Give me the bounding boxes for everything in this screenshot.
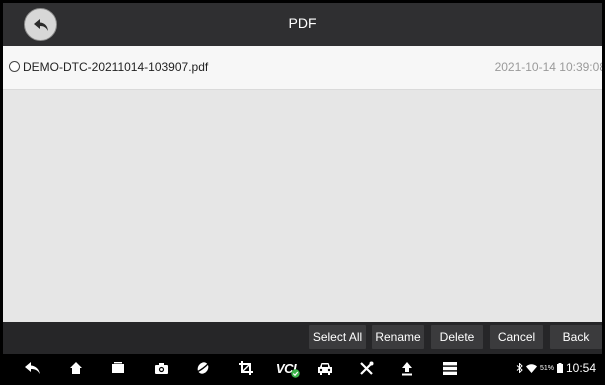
back-icon[interactable] (23, 359, 43, 377)
system-navigation-bar: VCI 51% 10:54 (3, 354, 602, 382)
status-area: 51% 10:54 (516, 361, 596, 375)
bluetooth-icon (516, 363, 523, 373)
wifi-icon (525, 363, 537, 373)
title-bar: PDF (3, 3, 602, 46)
vci-icon[interactable]: VCI (271, 359, 301, 378)
select-all-button[interactable]: Select All (309, 325, 366, 349)
recent-apps-icon[interactable] (108, 359, 128, 377)
file-name: DEMO-DTC-20211014-103907.pdf (23, 60, 209, 74)
menu-icon[interactable] (440, 359, 460, 377)
browser-icon[interactable] (192, 359, 214, 377)
upload-icon[interactable] (397, 359, 417, 377)
file-row[interactable]: DEMO-DTC-20211014-103907.pdf 2021-10-14 … (3, 46, 602, 90)
camera-icon[interactable] (151, 359, 171, 377)
file-list: DEMO-DTC-20211014-103907.pdf 2021-10-14 … (3, 46, 602, 322)
cancel-button[interactable]: Cancel (490, 325, 543, 349)
screenshot-crop-icon[interactable] (235, 359, 257, 377)
select-radio[interactable] (9, 61, 20, 72)
battery-percent: 51% (539, 364, 554, 372)
rename-button[interactable]: Rename (372, 325, 424, 349)
action-bar: Select All Rename Delete Cancel Back (3, 322, 602, 354)
vci-connected-badge-icon (291, 369, 300, 378)
clock: 10:54 (565, 361, 596, 375)
delete-button[interactable]: Delete (431, 325, 483, 349)
app-window: PDF DEMO-DTC-20211014-103907.pdf 2021-10… (3, 3, 602, 382)
home-icon[interactable] (66, 359, 86, 377)
battery-icon (556, 363, 563, 373)
tools-icon[interactable] (355, 359, 377, 377)
file-date: 2021-10-14 10:39:08 (494, 60, 602, 74)
car-icon[interactable] (314, 359, 336, 377)
page-title: PDF (288, 15, 317, 31)
back-action-button[interactable]: Back (550, 325, 602, 349)
